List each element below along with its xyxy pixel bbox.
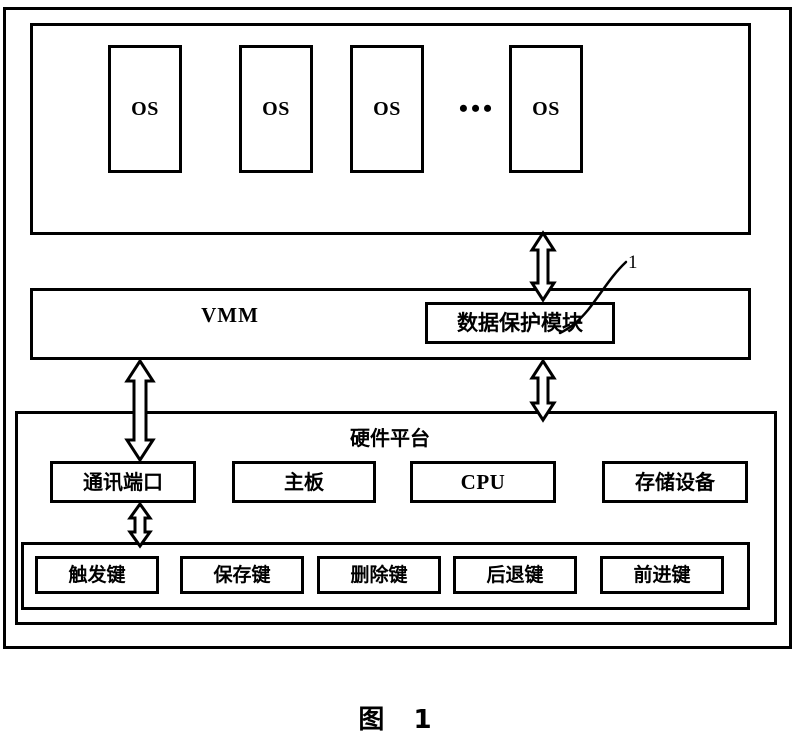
figure-caption: 图 1 [358, 705, 442, 735]
hw-component-motherboard-label: 主板 [284, 470, 324, 494]
hw-component-cpu-label: CPU [460, 469, 506, 494]
os-box-3-label: OS [373, 98, 401, 120]
os-box-2-label: OS [262, 98, 290, 120]
key-delete-label: 删除键 [350, 563, 408, 586]
vmm-label: VMM [201, 302, 259, 327]
callout-number-1: 1 [628, 251, 638, 273]
key-back-label: 后退键 [486, 563, 544, 586]
hw-component-storage-device-label: 存储设备 [635, 470, 715, 494]
key-save-label: 保存键 [213, 563, 271, 586]
os-box-1-label: OS [131, 98, 159, 120]
hardware-platform-title: 硬件平台 [350, 426, 430, 450]
key-forward-label: 前进键 [633, 563, 691, 586]
os-box-4-label: OS [532, 98, 560, 120]
hw-component-communication-port-label: 通讯端口 [83, 470, 163, 494]
key-trigger-label: 触发键 [68, 563, 126, 586]
ellipsis-icon: ••• [458, 94, 496, 123]
figure-canvas: OS OS OS OS ••• VMM 数据保护模块 1 硬件平台 通讯端口 主… [0, 0, 800, 752]
data-protection-module-label: 数据保护模块 [457, 310, 583, 335]
